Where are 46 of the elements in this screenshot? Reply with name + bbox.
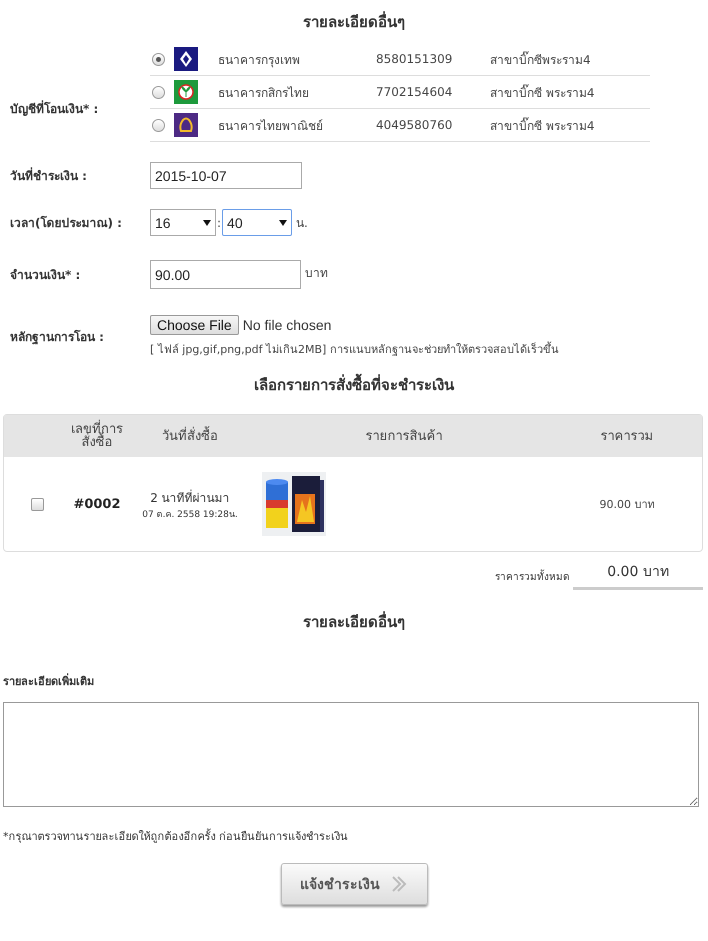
hour-select[interactable]: 16 (150, 209, 216, 236)
bank-name: ธนาคารกสิกรไทย (218, 84, 310, 102)
radio-button[interactable] (152, 118, 165, 132)
amount-field[interactable]: 90.00 (150, 260, 301, 289)
caret-icon (279, 220, 288, 226)
account-number: 4049580760 (376, 118, 454, 132)
chevrons-icon (390, 875, 408, 893)
currency-unit: บาท (305, 265, 328, 282)
column-header: ราคารวม (600, 430, 654, 442)
row-checkbox[interactable] (30, 498, 44, 510)
field-label: บัญชีที่โอนเงิน* : (9, 99, 100, 118)
bank-name: ธนาคารกรุงเทพ (218, 52, 301, 68)
bank-branch: สาขาบิ๊กซี พระราม4 (490, 83, 596, 102)
field-label: หลักฐานการโอน : (9, 328, 105, 346)
total-value: 0.00 บาท (573, 560, 703, 590)
details-textarea[interactable] (3, 702, 699, 807)
total-label: ราคารวมทั้งหมด (495, 569, 569, 584)
section-heading: รายละเอียดอื่นๆ (303, 610, 405, 633)
field-label: จำนวนเงิน* : (9, 267, 82, 284)
time-unit: น. (296, 215, 308, 232)
section-heading: เลือกรายการสั่งซื้อที่จะชำระเงิน (254, 373, 454, 397)
note-text: *กรุณาตรวจทานรายละเอียดให้ถูกต้องอีกครั้ง ก่อนยืนยันการแจ้งชำระเงิน (2, 828, 349, 845)
upload-hint: [ ไฟล์ jpg,gif,png,pdf ไม่เกิน2MB] การแนบหลักฐานจะช่วยทำให้ตรวจสอบได้เร็วขึ้น (150, 340, 559, 358)
account-number: 7702154604 (376, 85, 454, 99)
minute-select[interactable]: 40 (222, 209, 292, 236)
field-label: วันที่ชำระเงิน : (9, 166, 88, 185)
bank-name: ธนาคารไทยพาณิชย์ (218, 118, 324, 134)
time-separator: : (217, 216, 222, 230)
bank-branch: สาขาบิ๊กซีพระราม4 (490, 50, 592, 68)
radio-button[interactable] (152, 52, 165, 66)
date-field[interactable]: 2015-10-07 (150, 162, 302, 189)
submit-button[interactable]: แจ้งชำระเงิน (280, 863, 428, 905)
choose-file-button[interactable]: Choose File (150, 314, 239, 334)
order-number: #0002 (72, 496, 122, 512)
order-date: 07 ต.ค. 2558 19:28น. (142, 508, 238, 520)
field-label: เวลา(โดยประมาณ) : (9, 214, 123, 232)
file-status: No file chosen (242, 316, 332, 332)
order-price: 90.00 บาท (598, 497, 656, 513)
column-header: รายการสินค้า (364, 430, 444, 442)
account-number: 8580151309 (376, 52, 454, 66)
section-heading: รายละเอียดอื่นๆ (303, 10, 405, 33)
caret-icon (203, 220, 211, 226)
field-label: รายละเอียดเพิ่มเติม (2, 672, 95, 690)
order-age: 2 นาทีที่ผ่านมา (150, 488, 230, 506)
bank-branch: สาขาบิ๊กซี พระราม4 (490, 116, 596, 134)
radio-button[interactable] (152, 86, 165, 98)
